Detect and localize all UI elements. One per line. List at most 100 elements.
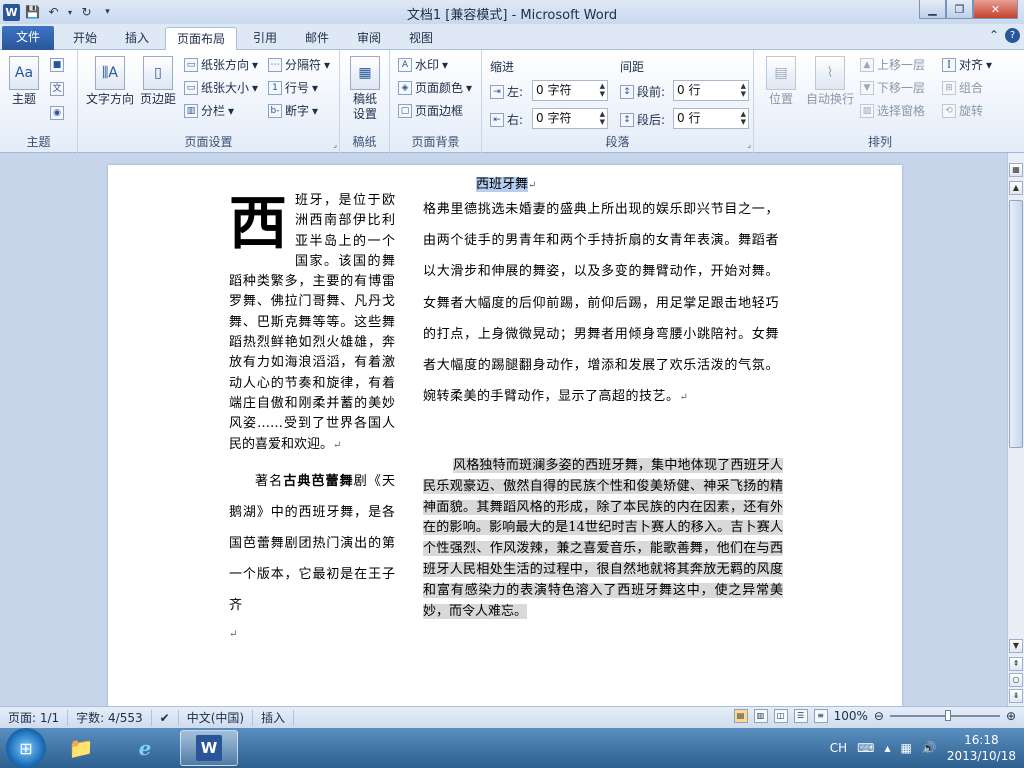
file-explorer-icon[interactable]: 📁	[52, 730, 110, 766]
status-insert-mode[interactable]: 插入	[253, 709, 295, 726]
group-objects-button[interactable]: ⊞ 组合	[942, 79, 983, 96]
theme-effects-button[interactable]: ◉	[50, 106, 64, 120]
spinner-arrows-icon[interactable]: ▲ ▼	[741, 82, 746, 98]
left-column[interactable]: 西 班牙，是位于欧洲西南部伊比利亚半岛上的一个国家。该国的舞蹈种类繁多，主要的有…	[229, 191, 395, 645]
help-icon[interactable]: ?	[1005, 28, 1020, 43]
input-language[interactable]: CH	[830, 741, 847, 755]
text-direction-button[interactable]: ⫼A 文字方向	[84, 56, 136, 107]
tab-review[interactable]: 审阅	[346, 27, 392, 50]
align-icon: ⫿	[942, 57, 956, 72]
status-language[interactable]: 中文(中国)	[179, 709, 254, 726]
theme-colors-button[interactable]: ■	[50, 58, 64, 72]
document-title[interactable]: 西班牙舞↵	[476, 173, 536, 192]
zoom-level[interactable]: 100%	[834, 709, 868, 723]
paragraph-style-selected[interactable]: 风格独特而斑澜多姿的西班牙舞，集中地体现了西班牙人民乐观豪迈、傲然自得的民族个性…	[423, 456, 783, 622]
align-button[interactable]: ⫿ 对齐 ▾	[942, 56, 992, 73]
draft-view-icon[interactable]: ≡	[813, 709, 828, 723]
ribbon-tabs: 文件 开始 插入 页面布局 引用 邮件 审阅 视图 ⌃ ?	[0, 24, 1024, 51]
page-border-button[interactable]: ▢ 页面边框	[398, 102, 463, 119]
send-backward-button[interactable]: ▼ 下移一层	[860, 79, 925, 96]
collapse-ribbon-icon[interactable]: ⌃	[989, 28, 999, 43]
tab-view[interactable]: 视图	[398, 27, 444, 50]
vertical-scrollbar[interactable]: ▦ ▲ ▼ ⇞ ○ ⇟	[1007, 153, 1024, 706]
restore-button[interactable]: ❐	[946, 0, 973, 19]
previous-page-icon[interactable]: ⇞	[1009, 657, 1023, 671]
tab-insert[interactable]: 插入	[114, 27, 160, 50]
close-button[interactable]: ✕	[973, 0, 1018, 19]
columns-button[interactable]: ▥ 分栏 ▾	[184, 102, 234, 119]
document-page[interactable]: 西班牙舞↵ 西 班牙，是位于欧洲西南部伊比利亚半岛上的一个国家。该国的舞蹈种类繁…	[108, 165, 902, 706]
web-layout-icon[interactable]: ◫	[773, 709, 788, 723]
hyphenation-button[interactable]: b- 断字 ▾	[268, 102, 318, 119]
proofing-icon[interactable]: ✔	[152, 709, 179, 726]
themes-button[interactable]: Aa 主题	[6, 56, 42, 107]
tab-home[interactable]: 开始	[62, 27, 108, 50]
word-logo-icon[interactable]: W	[3, 3, 20, 21]
full-screen-reading-icon[interactable]: ▥	[753, 709, 768, 723]
spacing-before-input[interactable]: 0 行 ▲ ▼	[673, 80, 749, 101]
scroll-thumb[interactable]	[1009, 200, 1023, 448]
network-icon[interactable]: ▦	[901, 741, 912, 755]
breaks-button[interactable]: ⋯ 分隔符 ▾	[268, 56, 330, 73]
bring-forward-button[interactable]: ▲ 上移一层	[860, 56, 925, 73]
clock[interactable]: 16:18 2013/10/18	[947, 732, 1016, 764]
ribbon-page-layout: Aa 主题 ■ 文 ◉ 主题 ⫼A 文字方向 ▯ 页边距 ▭ 纸张方向 ▾ ▭ 纸张大…	[0, 50, 1024, 153]
position-button[interactable]: ▤ 位置	[762, 56, 800, 107]
zoom-slider[interactable]	[889, 710, 1000, 721]
spinner-arrows-icon[interactable]: ▲ ▼	[741, 110, 746, 126]
minimize-button[interactable]: ▁	[919, 0, 946, 19]
wrap-text-icon: ⌇	[815, 56, 845, 90]
watermark-button[interactable]: A 水印 ▾	[398, 56, 448, 73]
zoom-out-icon[interactable]: ⊖	[874, 709, 884, 723]
browse-object-icon[interactable]: ○	[1009, 673, 1023, 687]
status-page[interactable]: 页面: 1/1	[0, 709, 69, 726]
theme-fonts-button[interactable]: 文	[50, 82, 64, 96]
margins-button[interactable]: ▯ 页边距	[138, 56, 178, 107]
document-area[interactable]: 西班牙舞↵ 西 班牙，是位于欧洲西南部伊比利亚半岛上的一个国家。该国的舞蹈种类繁…	[0, 153, 1007, 706]
keyboard-icon[interactable]: ⌨	[857, 741, 874, 755]
page-color-icon: ◈	[398, 80, 412, 95]
customize-icon[interactable]: ▾	[99, 4, 116, 21]
zoom-in-icon[interactable]: ⊕	[1006, 709, 1016, 723]
tab-references[interactable]: 引用	[242, 27, 288, 50]
wrap-text-button[interactable]: ⌇ 自动换行	[804, 56, 856, 107]
volume-icon[interactable]: 🔊	[922, 741, 937, 755]
spinner-arrows-icon[interactable]: ▲ ▼	[600, 110, 605, 126]
paragraph-dialog-launcher-icon[interactable]: ⌟	[747, 140, 751, 149]
line-numbers-button[interactable]: 1 行号 ▾	[268, 79, 318, 96]
windows-taskbar: ⊞ 📁 e W CH ⌨ ▴ ▦ 🔊 16:18 2013/10/18	[0, 728, 1024, 768]
rotate-button[interactable]: ⟲ 旋转	[942, 102, 983, 119]
scroll-up-icon[interactable]: ▲	[1009, 181, 1023, 195]
undo-icon[interactable]: ↶	[45, 4, 62, 21]
internet-explorer-icon[interactable]: e	[116, 730, 174, 766]
right-column-top[interactable]: 格弗里德挑选未婚妻的盛典上所出现的娱乐即兴节目之一，由两个徒手的男青年和两个手持…	[423, 194, 779, 413]
word-app-icon[interactable]: W	[180, 730, 238, 766]
undo-dropdown-icon[interactable]: ▾	[66, 4, 74, 21]
page-color-button[interactable]: ◈ 页面颜色 ▾	[398, 79, 472, 96]
watermark-icon: A	[398, 57, 412, 72]
indent-left-input[interactable]: 0 字符 ▲ ▼	[532, 80, 608, 101]
indent-right-input[interactable]: 0 字符 ▲ ▼	[532, 108, 608, 129]
show-hidden-icons-icon[interactable]: ▴	[885, 741, 891, 755]
status-words[interactable]: 字数: 4/553	[68, 709, 152, 726]
page-setup-dialog-launcher-icon[interactable]: ⌟	[333, 140, 337, 149]
spacing-after-input[interactable]: 0 行 ▲ ▼	[673, 108, 749, 129]
spinner-arrows-icon[interactable]: ▲ ▼	[600, 82, 605, 98]
next-page-icon[interactable]: ⇟	[1009, 689, 1023, 703]
zoom-slider-knob[interactable]	[945, 710, 952, 721]
spacing-after-icon: ↕	[620, 112, 634, 127]
save-icon[interactable]: 💾	[24, 4, 41, 21]
tab-page-layout[interactable]: 页面布局	[165, 27, 237, 51]
size-button[interactable]: ▭ 纸张大小 ▾	[184, 79, 258, 96]
print-layout-view-icon[interactable]: ▤	[733, 709, 748, 723]
draft-setup-button[interactable]: ▦ 稿纸 设置	[346, 56, 384, 122]
orientation-button[interactable]: ▭ 纸张方向 ▾	[184, 56, 258, 73]
outline-view-icon[interactable]: ☰	[793, 709, 808, 723]
ruler-toggle-icon[interactable]: ▦	[1009, 163, 1023, 177]
selection-pane-button[interactable]: ▧ 选择窗格	[860, 102, 925, 119]
tab-file[interactable]: 文件	[2, 26, 54, 50]
tab-mailings[interactable]: 邮件	[294, 27, 340, 50]
redo-icon[interactable]: ↻	[78, 4, 95, 21]
scroll-down-icon[interactable]: ▼	[1009, 639, 1023, 653]
start-orb-icon[interactable]: ⊞	[6, 728, 46, 768]
